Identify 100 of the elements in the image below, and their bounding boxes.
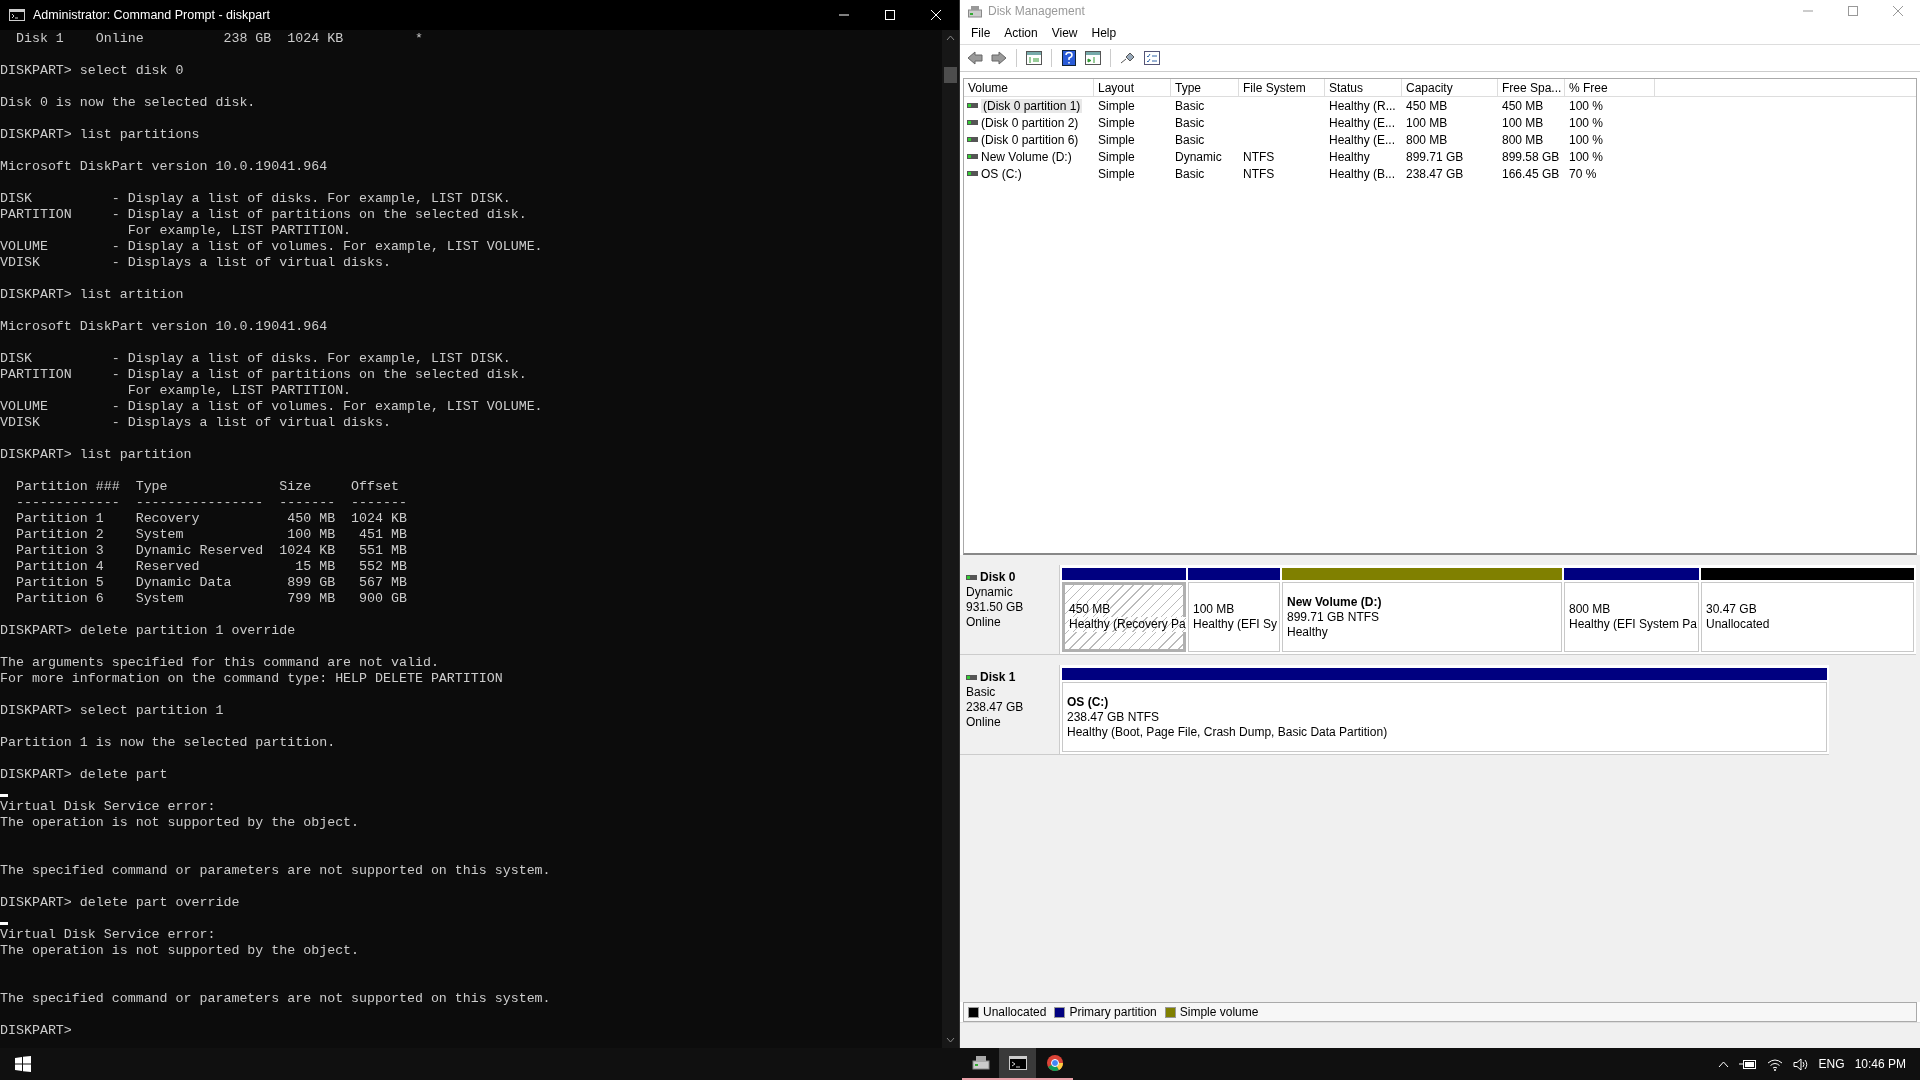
console-line: VDISK - Displays a list of virtual disks. xyxy=(0,255,392,271)
disk-size: 931.50 GB xyxy=(966,600,1024,615)
volume-icon[interactable] xyxy=(1792,1057,1809,1071)
table-cell: Healthy (E... xyxy=(1329,132,1396,147)
partition-info: Healthy (Boot, Page File, Crash Dump, Basic Data Partition) xyxy=(1067,724,1388,740)
console-line: The operation is not supported by the object. xyxy=(0,815,361,831)
console-line: DISKPART> delete partition 1 override xyxy=(0,623,297,639)
partition-name: New Volume (D:) xyxy=(1287,594,1382,610)
table-cell: Simple xyxy=(1098,149,1135,164)
console-line: Partition ### Type Size Offset xyxy=(14,479,400,495)
taskbar-button[interactable] xyxy=(999,1048,1036,1080)
partition-info: Healthy xyxy=(1287,624,1328,640)
table-cell: 899.58 GB xyxy=(1502,149,1560,164)
partition-info: 800 MB xyxy=(1569,602,1611,617)
console-line: VOLUME - Display a list of volumes. For example, LIST VOLUME. xyxy=(0,239,544,255)
partition-block[interactable]: 800 MB Healthy (EFI System Pa xyxy=(1564,582,1699,652)
terminal-icon xyxy=(9,9,25,21)
language-indicator[interactable]: ENG xyxy=(1818,1057,1845,1071)
browser-icon xyxy=(1045,1054,1064,1072)
legend-label: Unallocated xyxy=(983,1005,1047,1019)
clock[interactable]: 10:46 PM xyxy=(1854,1057,1906,1071)
window-title: Disk Management xyxy=(988,4,1086,18)
disk-name: Disk 0 xyxy=(980,570,1016,585)
table-cell: 100 % xyxy=(1569,149,1604,164)
window-title: Administrator: Command Prompt - diskpart xyxy=(33,8,271,22)
disk-label-panel[interactable]: Disk 0 Dynamic 931.50 GB Online xyxy=(960,565,1060,654)
table-cell: 100 % xyxy=(1569,115,1604,130)
table-cell: Simple xyxy=(1098,98,1135,113)
console-line: DISK - Display a list of disks. For example, LIST DISK. xyxy=(0,191,512,207)
legend-label: Simple volume xyxy=(1179,1005,1259,1019)
table-cell[interactable]: OS (C:) xyxy=(981,166,1022,181)
panel-icon[interactable] xyxy=(1024,48,1044,68)
partition-block[interactable]: OS (C:) 238.47 GB NTFS Healthy (Boot, Page File, Crash Dump, Basic Data Partition) xyxy=(1062,682,1827,752)
console-line: For example, LIST PARTITION. xyxy=(126,383,353,399)
battery-icon[interactable] xyxy=(1738,1058,1757,1070)
console-line: DISKPART> delete part override xyxy=(0,895,241,911)
console-line: Partition 1 is now the selected partition. xyxy=(0,735,337,751)
drive-icon xyxy=(971,1055,990,1071)
console-line: For example, LIST PARTITION. xyxy=(126,223,353,239)
partition-info: 899.71 GB NTFS xyxy=(1287,609,1380,625)
console-line: DISKPART> xyxy=(0,1023,73,1039)
disk-name: Disk 1 xyxy=(980,670,1016,685)
table-cell[interactable]: (Disk 0 partition 6) xyxy=(981,132,1079,147)
table-cell: 450 MB xyxy=(1406,98,1448,113)
forward-arrow-icon[interactable] xyxy=(989,48,1009,68)
console-line: VOLUME - Display a list of volumes. For example, LIST VOLUME. xyxy=(0,399,544,415)
table-cell[interactable]: New Volume (D:) xyxy=(981,149,1072,164)
menu-item[interactable]: Help xyxy=(1084,24,1124,42)
console-line: Partition 5 Dynamic Data 899 GB 567 MB xyxy=(14,575,408,591)
disk-type: Basic xyxy=(966,685,996,700)
partition-info: 30.47 GB xyxy=(1706,602,1757,617)
console-line: DISKPART> delete part xyxy=(0,767,169,783)
partition-info: Healthy (Recovery Pa xyxy=(1069,617,1186,632)
console-line: The arguments specified for this command are not valid. xyxy=(0,655,440,671)
console-line: Disk 1 Online 238 GB 1024 KB * xyxy=(14,31,424,47)
console-line: Partition 1 Recovery 450 MB 1024 KB xyxy=(14,511,408,527)
table-cell: Simple xyxy=(1098,115,1135,130)
console-line: DISKPART> list partitions xyxy=(0,127,201,143)
table-cell: Basic xyxy=(1175,98,1205,113)
console-line: DISKPART> select partition 1 xyxy=(0,703,225,719)
partition-info: Healthy (EFI Sy xyxy=(1193,617,1278,632)
console-line: Virtual Disk Service error: xyxy=(0,927,217,943)
panel-icon[interactable] xyxy=(1083,48,1103,68)
start-icon[interactable] xyxy=(15,1056,31,1072)
console-line: Partition 2 System 100 MB 451 MB xyxy=(14,527,408,543)
console-line: PARTITION - Display a list of partitions on the selected disk. xyxy=(0,367,528,383)
table-cell: Dynamic xyxy=(1175,149,1222,164)
terminal-icon xyxy=(1008,1056,1027,1070)
legend-label: Primary partition xyxy=(1069,1005,1157,1019)
console-line: Partition 4 Reserved 15 MB 552 MB xyxy=(14,559,408,575)
table-cell: 800 MB xyxy=(1502,132,1544,147)
volume-icon xyxy=(967,120,978,125)
back-arrow-icon[interactable] xyxy=(965,48,985,68)
partition-block[interactable]: 30.47 GB Unallocated xyxy=(1701,582,1914,652)
table-cell: Healthy (R... xyxy=(1329,98,1396,113)
console-line: Partition 3 Dynamic Reserved 1024 KB 551 MB xyxy=(14,543,408,559)
table-cell[interactable]: (Disk 0 partition 1) xyxy=(981,98,1083,113)
table-cell: Healthy xyxy=(1329,149,1370,164)
table-cell: 800 MB xyxy=(1406,132,1448,147)
menu-item[interactable]: Action xyxy=(997,24,1045,42)
cursor-mark xyxy=(0,794,8,797)
caret-up-icon[interactable] xyxy=(1717,1060,1729,1068)
checklist-icon[interactable] xyxy=(1142,48,1162,68)
partition-block[interactable]: New Volume (D:) 899.71 GB NTFS Healthy xyxy=(1282,582,1562,652)
menu-item[interactable]: View xyxy=(1044,24,1085,42)
wifi-icon[interactable] xyxy=(1766,1057,1783,1071)
table-cell[interactable]: (Disk 0 partition 2) xyxy=(981,115,1079,130)
table-cell: NTFS xyxy=(1243,149,1275,164)
table-cell: 100 MB xyxy=(1502,115,1544,130)
partition-name: OS (C:) xyxy=(1067,694,1109,710)
disk-label-panel[interactable]: Disk 1 Basic 238.47 GB Online xyxy=(960,665,1060,754)
table-cell: 100 MB xyxy=(1406,115,1448,130)
partition-block[interactable]: 450 MB Healthy (Recovery Pa xyxy=(1062,582,1186,652)
partition-info: 450 MB xyxy=(1069,602,1111,617)
partition-info: Healthy (EFI System Pa xyxy=(1569,617,1698,632)
table-cell: 100 % xyxy=(1569,132,1604,147)
disk-status: Online xyxy=(966,615,1001,630)
partition-block[interactable]: 100 MB Healthy (EFI Sy xyxy=(1188,582,1280,652)
menu-item[interactable]: File xyxy=(964,24,998,42)
help-icon[interactable] xyxy=(1059,48,1079,68)
